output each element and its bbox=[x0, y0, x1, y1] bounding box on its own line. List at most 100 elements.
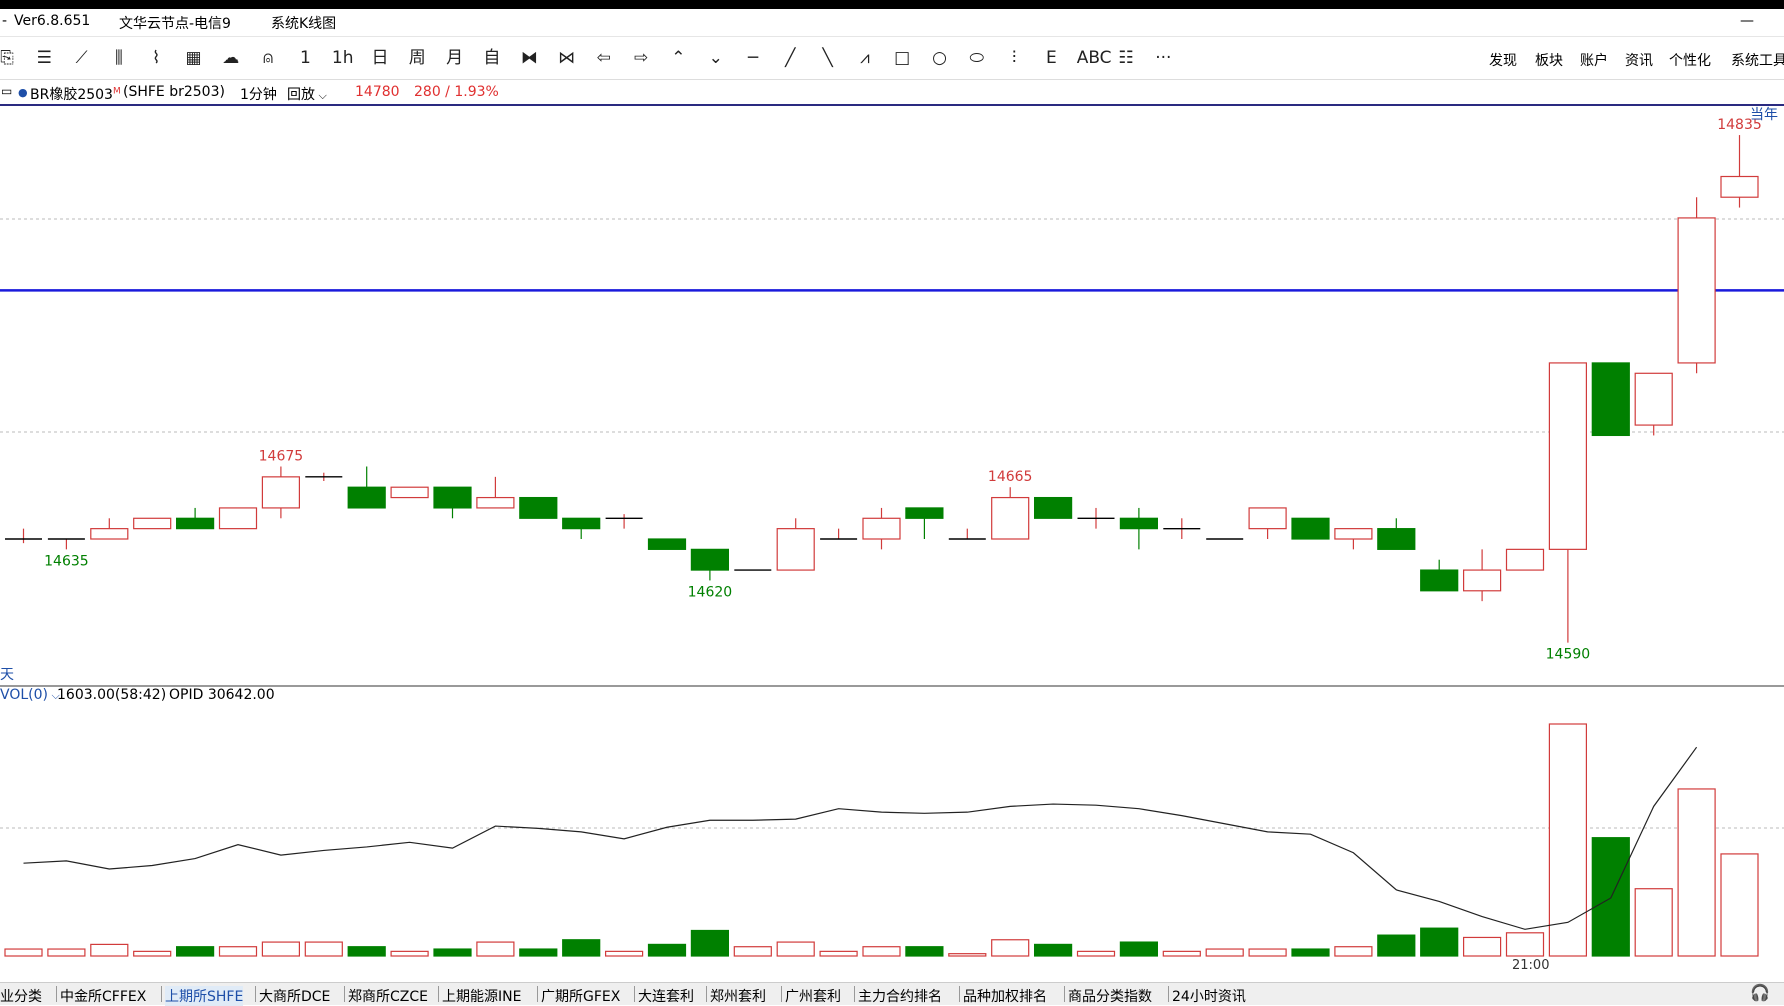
collapse-icon[interactable]: ▭ bbox=[1, 84, 12, 98]
candle-down bbox=[905, 507, 944, 519]
volume-bar-down bbox=[690, 929, 730, 957]
more-icon[interactable]: ··· bbox=[1151, 47, 1175, 69]
exchange-tab-5[interactable]: 上期能源INE bbox=[442, 986, 521, 1006]
menu-item-0[interactable]: 发现 bbox=[1489, 50, 1517, 70]
arrow-up-icon[interactable]: ⌃ bbox=[666, 47, 690, 69]
menu-item-5[interactable]: 系统工具 bbox=[1731, 50, 1784, 70]
volume-bar-down bbox=[647, 943, 687, 957]
price-annotation: 14620 bbox=[688, 584, 733, 600]
candle-up bbox=[1720, 175, 1759, 198]
menu-item-2[interactable]: 账户 bbox=[1580, 50, 1608, 70]
volume-bar-up bbox=[47, 948, 86, 957]
arrow-left-icon[interactable]: ⇦ bbox=[592, 47, 616, 69]
volume-bar-up bbox=[1248, 948, 1287, 957]
replay-dropdown[interactable]: 回放 ⌵ bbox=[287, 84, 327, 104]
volume-bar-up bbox=[133, 950, 172, 957]
1min-period[interactable]: 1 bbox=[293, 47, 317, 69]
week-period[interactable]: 周 bbox=[405, 47, 429, 69]
volume-bar-up bbox=[1720, 853, 1759, 957]
exchange-tab-12[interactable]: 商品分类指数 bbox=[1068, 986, 1152, 1006]
exchange-tab-7[interactable]: 大连套利 bbox=[638, 986, 694, 1006]
exchange-tab-10[interactable]: 主力合约排名 bbox=[858, 986, 942, 1006]
period-label[interactable]: 1分钟 bbox=[240, 84, 277, 104]
abc-text-tool[interactable]: ABC bbox=[1077, 47, 1112, 69]
volume-indicator-dropdown[interactable]: VOL(0) ⌵ bbox=[0, 687, 60, 703]
volume-bar-down bbox=[1291, 948, 1330, 957]
exchange-tab-6[interactable]: 广期所GFEX bbox=[541, 986, 620, 1006]
candle-up bbox=[133, 517, 172, 530]
candle-up bbox=[1248, 507, 1287, 530]
horizontal-line-tool[interactable]: ─ bbox=[741, 47, 765, 69]
trend-line-tool[interactable]: ╱ bbox=[778, 47, 802, 69]
custom-period[interactable]: 自 bbox=[480, 47, 504, 69]
list-icon[interactable]: ☰ bbox=[32, 47, 56, 69]
save-icon[interactable]: ⎘ bbox=[0, 47, 19, 69]
candle-down bbox=[347, 486, 386, 509]
exchange-tab-3[interactable]: 大商所DCE bbox=[259, 986, 330, 1006]
text-E-tool[interactable]: E bbox=[1039, 47, 1063, 69]
arrow-down-icon[interactable]: ⌄ bbox=[704, 47, 728, 69]
cloud-icon[interactable]: ☁ bbox=[219, 47, 243, 69]
price-panel-corner-label: 天 bbox=[0, 667, 14, 683]
month-period[interactable]: 月 bbox=[443, 47, 467, 69]
volume-bar-up bbox=[1677, 788, 1716, 957]
volume-bar-down bbox=[1033, 943, 1073, 957]
polyline-tool[interactable]: ⩘ bbox=[853, 47, 877, 69]
tab-separator bbox=[56, 986, 57, 1002]
candle-up bbox=[1334, 528, 1373, 540]
chart-area[interactable]: 14635 14675 14620 14665 14590 14835 当年 天 VOL(… bbox=[0, 104, 1784, 974]
exchange-tab-0[interactable]: 业分类 bbox=[0, 986, 42, 1006]
zoom-out-icon[interactable]: ⋈ bbox=[555, 47, 579, 69]
exchange-tab-11[interactable]: 品种加权排名 bbox=[963, 986, 1047, 1006]
toolbar: ⎘ ☰ ⟋ ⫼ ⌇ ▦ ☁ ⍝ 1 1h 日周月自 ⧓ ⋈ ⇦ ⇨ ⌃ ⌄ ─ ╱ ╲ ⩘ □ ○ ⬭ ⫶ E ABC ☷ ··· 发现板… bbox=[0, 37, 1784, 80]
draw-icon[interactable]: ⌇ bbox=[144, 47, 168, 69]
price-annotation: 14675 bbox=[259, 449, 304, 465]
ellipse-tool[interactable]: ⬭ bbox=[965, 47, 989, 69]
line-chart-icon[interactable]: ⟋ bbox=[70, 47, 94, 69]
exchange-tab-1[interactable]: 中金所CFFEX bbox=[60, 986, 146, 1006]
arrow-right-icon[interactable]: ⇨ bbox=[629, 47, 653, 69]
grid-icon[interactable]: ▦ bbox=[182, 47, 206, 69]
exchange-tab-2[interactable]: 上期所SHFE bbox=[165, 986, 244, 1006]
instrument-name: BR橡胶2503M bbox=[30, 86, 121, 103]
bell-icon[interactable]: ⍝ bbox=[256, 47, 280, 69]
exchange-tab-4[interactable]: 郑商所CZCE bbox=[348, 986, 428, 1006]
tab-separator bbox=[959, 986, 960, 1002]
volume-bar-down bbox=[347, 946, 386, 957]
circle-tool[interactable]: ○ bbox=[928, 47, 952, 69]
candlestick-icon[interactable]: ⫼ bbox=[107, 47, 131, 69]
exchange-tab-9[interactable]: 广州套利 bbox=[785, 986, 841, 1006]
period-range-label[interactable]: 当年 bbox=[1750, 104, 1778, 124]
price-annotation: 14590 bbox=[1546, 647, 1591, 663]
exchange-tab-bar: 业分类 中金所CFFEX 上期所SHFE 大商所DCE 郑商所CZCE 上期能源INE 广期… bbox=[0, 982, 1784, 1006]
wave-tool[interactable]: ☷ bbox=[1114, 47, 1138, 69]
candle-down bbox=[176, 517, 215, 530]
fibonacci-tool[interactable]: ⫶ bbox=[1002, 47, 1026, 69]
menu-item-3[interactable]: 资讯 bbox=[1625, 50, 1653, 70]
ray-tool[interactable]: ╲ bbox=[816, 47, 840, 69]
candle-up bbox=[90, 528, 129, 540]
kline-chart[interactable]: 146351467514620146651459014835 bbox=[0, 104, 1784, 974]
tab-separator bbox=[634, 986, 635, 1002]
opid-readout: OPID 30642.00 bbox=[169, 687, 275, 703]
zoom-in-icon[interactable]: ⧓ bbox=[517, 47, 541, 69]
menu-item-4[interactable]: 个性化 bbox=[1669, 50, 1711, 70]
volume-bar-down bbox=[176, 946, 215, 957]
exchange-tab-8[interactable]: 郑州套利 bbox=[710, 986, 766, 1006]
tab-separator bbox=[344, 986, 345, 1002]
candle-up bbox=[261, 476, 300, 509]
day-period[interactable]: 日 bbox=[368, 47, 392, 69]
title-dash: - bbox=[2, 13, 8, 29]
volume-bar-up bbox=[390, 950, 429, 957]
menu-item-1[interactable]: 板块 bbox=[1535, 50, 1563, 70]
server-node[interactable]: 文华云节点-电信9 bbox=[119, 13, 231, 33]
volume-bar-up bbox=[1076, 950, 1116, 957]
volume-bar-up bbox=[476, 941, 515, 957]
volume-readout: 1603.00(58:42) bbox=[57, 687, 167, 703]
exchange-tab-13[interactable]: 24小时资讯 bbox=[1172, 986, 1246, 1006]
minimize-button[interactable]: — bbox=[1740, 13, 1754, 29]
headset-icon[interactable]: 🎧 bbox=[1750, 983, 1770, 1002]
1h-period[interactable]: 1h bbox=[331, 47, 355, 69]
candle-up bbox=[991, 496, 1030, 540]
rectangle-tool[interactable]: □ bbox=[890, 47, 914, 69]
